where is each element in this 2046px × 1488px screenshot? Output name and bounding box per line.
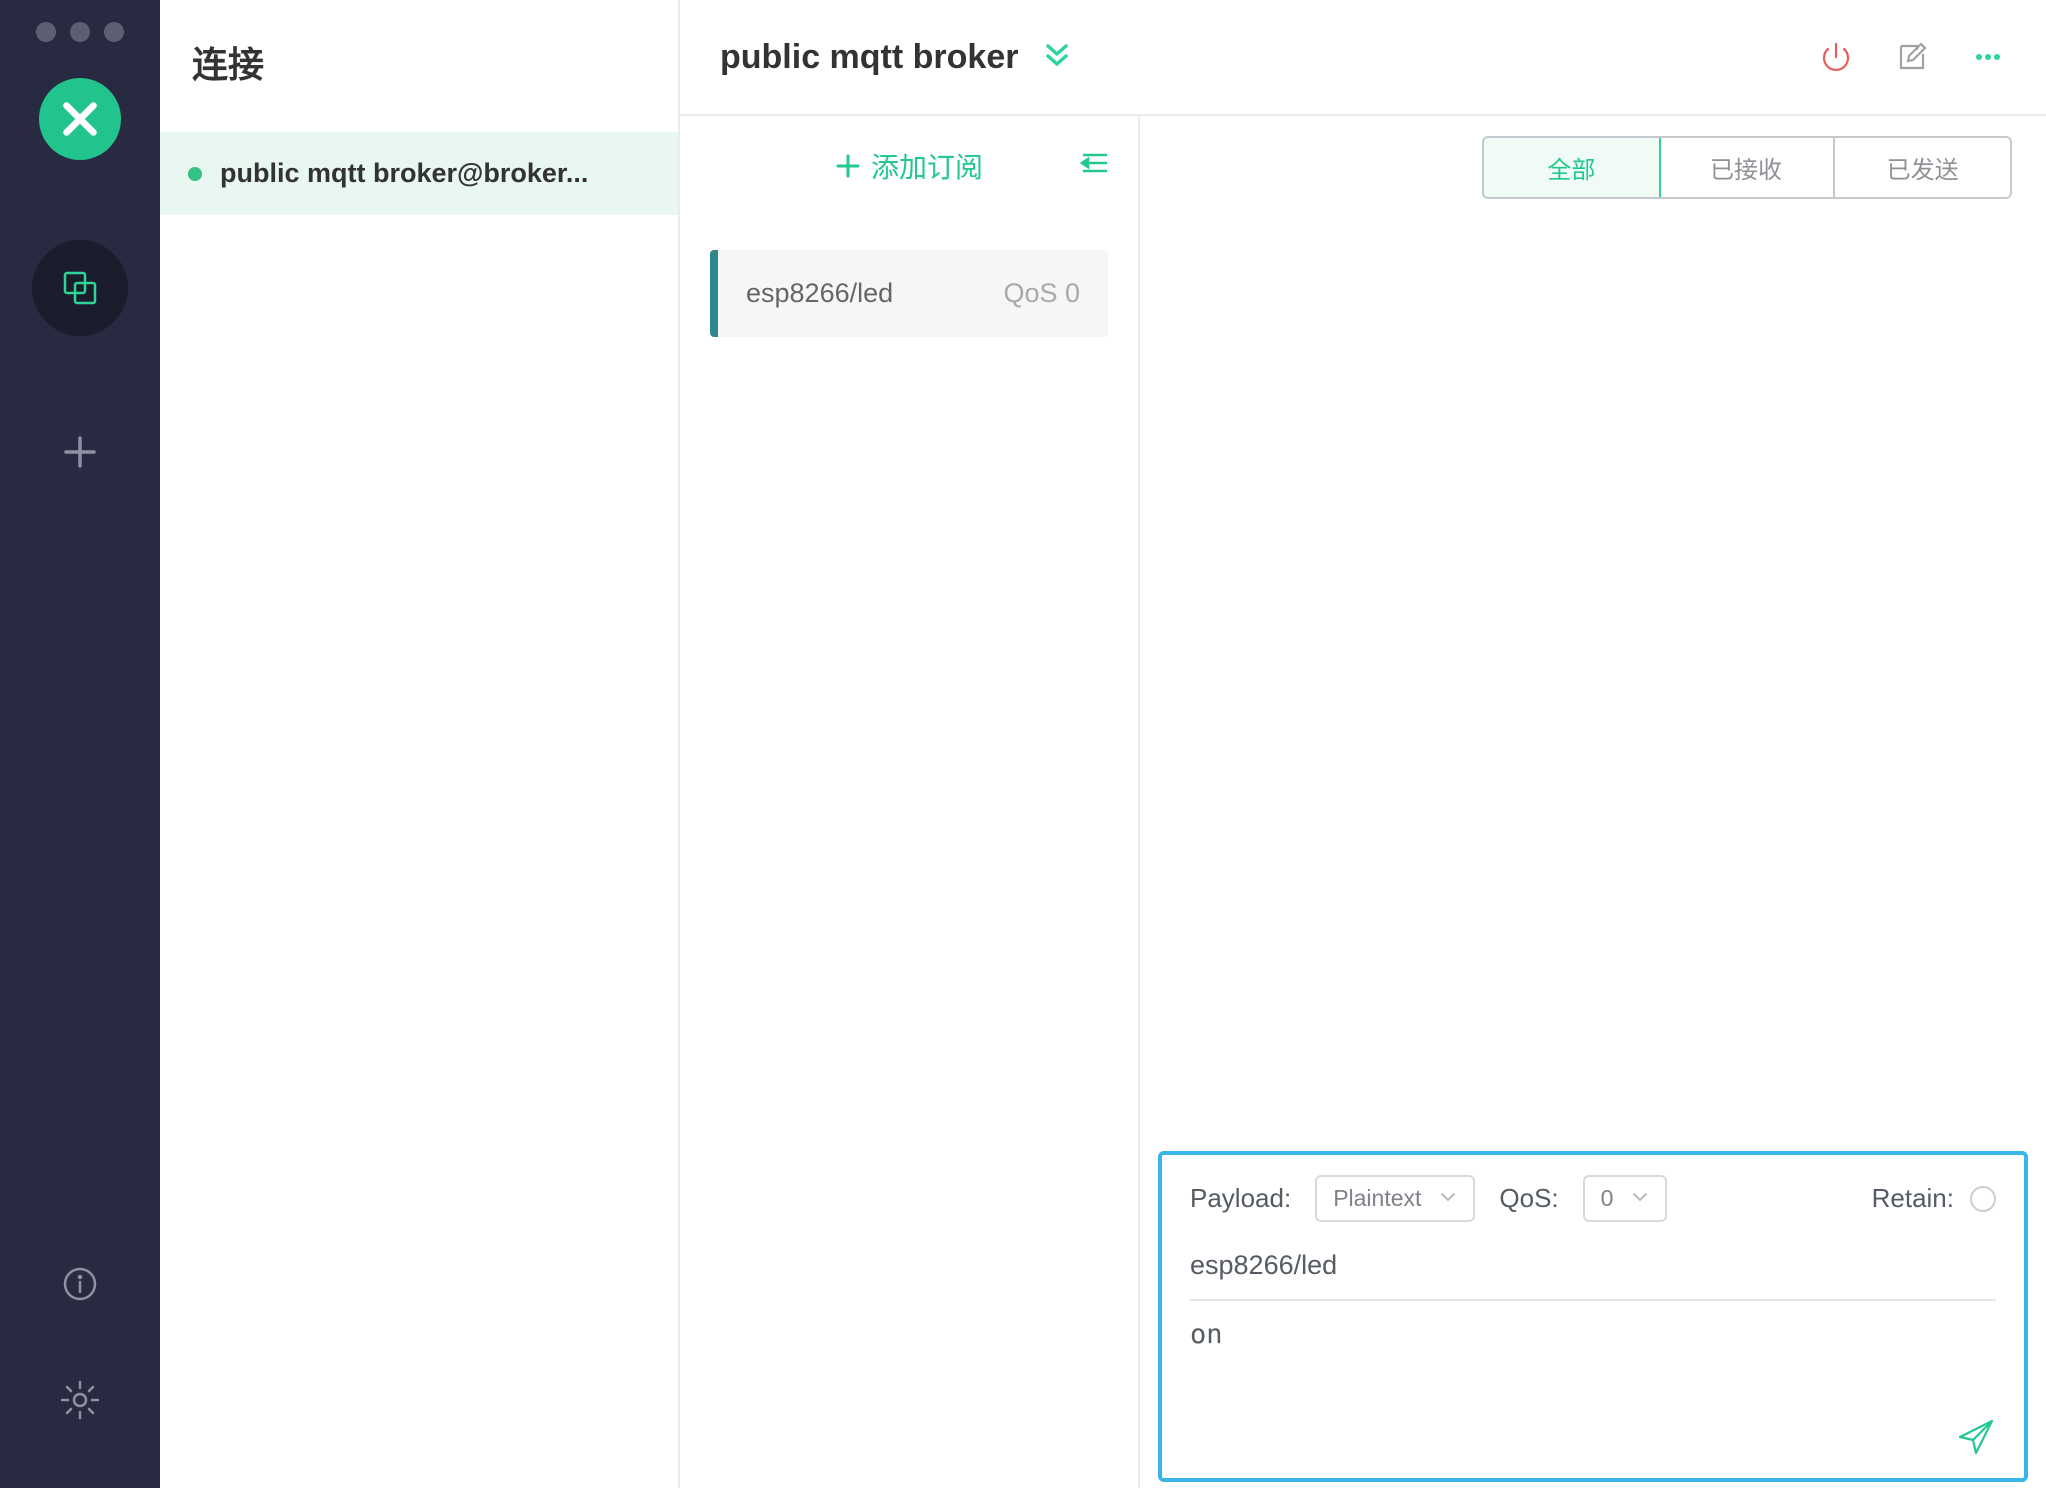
connections-title: 连接	[160, 0, 678, 132]
payload-format-select[interactable]: Plaintext	[1315, 1175, 1475, 1222]
subscriptions-panel: 添加订阅 esp8266/led QoS 0	[680, 116, 1140, 1488]
publish-body-input[interactable]	[1190, 1301, 1996, 1410]
qos-select[interactable]: 0	[1583, 1175, 1668, 1222]
retain-label: Retain:	[1872, 1183, 1954, 1214]
subscription-qos: QoS 0	[1003, 278, 1080, 309]
app-logo[interactable]	[39, 78, 121, 160]
payload-format-value: Plaintext	[1333, 1185, 1421, 1212]
connection-name: public mqtt broker@broker...	[220, 158, 588, 189]
nav-info-icon[interactable]	[32, 1236, 128, 1332]
main-panel: public mqtt broker 添加订阅	[680, 0, 2046, 1488]
nav-settings-icon[interactable]	[32, 1352, 128, 1448]
subscription-topic: esp8266/led	[746, 278, 893, 309]
subscription-item[interactable]: esp8266/led QoS 0	[710, 250, 1108, 337]
add-subscription-label: 添加订阅	[871, 146, 983, 186]
publish-panel: Payload: Plaintext QoS: 0	[1158, 1151, 2028, 1482]
window-max-dot[interactable]	[104, 22, 124, 42]
main-header: public mqtt broker	[680, 0, 2046, 116]
edit-icon[interactable]	[1894, 39, 1930, 75]
expand-icon[interactable]	[1040, 37, 1074, 78]
filter-tab-received[interactable]: 已接收	[1659, 138, 1836, 197]
online-indicator-icon	[188, 167, 202, 181]
collapse-subs-icon[interactable]	[1078, 147, 1110, 186]
connection-title: public mqtt broker	[720, 38, 1018, 77]
more-icon[interactable]	[1970, 39, 2006, 75]
publish-topic-input[interactable]	[1190, 1230, 1996, 1301]
window-min-dot[interactable]	[70, 22, 90, 42]
chevron-down-icon	[1439, 1185, 1457, 1212]
nav-rail	[0, 0, 160, 1488]
retain-toggle[interactable]	[1970, 1186, 1996, 1212]
payload-label: Payload:	[1190, 1183, 1291, 1214]
send-icon	[1956, 1417, 1996, 1457]
nav-connections-icon[interactable]	[32, 240, 128, 336]
connection-item[interactable]: public mqtt broker@broker...	[160, 132, 678, 215]
send-button[interactable]	[1956, 1417, 1996, 1464]
connections-panel: 连接 public mqtt broker@broker...	[160, 0, 680, 1488]
window-close-dot[interactable]	[36, 22, 56, 42]
filter-tab-all[interactable]: 全部	[1482, 136, 1661, 199]
filter-tab-sent[interactable]: 已发送	[1835, 138, 2010, 197]
qos-label: QoS:	[1499, 1183, 1558, 1214]
messages-panel: 全部 已接收 已发送 Payload: Plaintext QoS: 0	[1140, 116, 2046, 1488]
add-subscription-button[interactable]: 添加订阅	[680, 116, 1138, 220]
disconnect-icon[interactable]	[1818, 39, 1854, 75]
nav-new-icon[interactable]	[32, 404, 128, 500]
qos-value: 0	[1601, 1185, 1614, 1212]
message-filter-tabs: 全部 已接收 已发送	[1482, 136, 2012, 199]
plus-icon	[835, 153, 861, 179]
chevron-down-icon	[1631, 1185, 1649, 1212]
window-controls[interactable]	[36, 12, 124, 78]
